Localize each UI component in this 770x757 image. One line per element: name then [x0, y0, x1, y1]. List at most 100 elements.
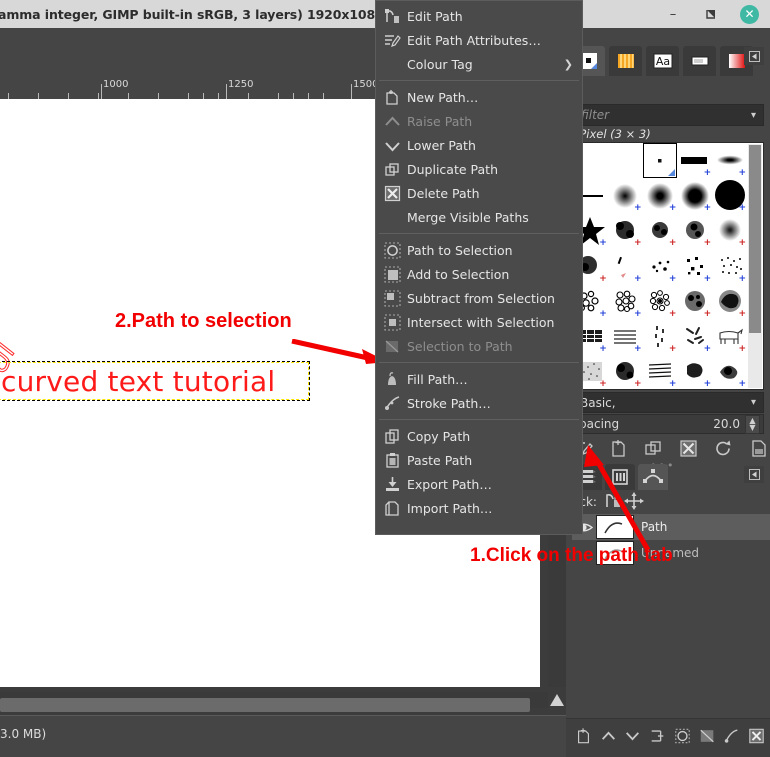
brush-badge: +	[738, 345, 746, 354]
path-to-selection-icon	[674, 727, 691, 745]
patterns-icon	[616, 51, 636, 71]
brush-cell[interactable]: +	[677, 143, 712, 178]
brush-badge: +	[704, 310, 712, 319]
navigation-preview-button[interactable]	[548, 689, 566, 711]
menu-item-new-path[interactable]: New Path…	[376, 85, 582, 109]
brush-cell[interactable]: +	[677, 284, 712, 319]
canvas-horizontal-scrollbar[interactable]	[0, 687, 566, 715]
brush-cell[interactable]: +	[677, 178, 712, 213]
brush-grid-scrollbar-thumb[interactable]	[749, 145, 761, 333]
menu-item-delete-path[interactable]: Delete Path	[376, 181, 582, 205]
menu-item-export-path[interactable]: Export Path…	[376, 472, 582, 496]
menu-item-fill-path[interactable]: Fill Path…	[376, 367, 582, 391]
restore-glyph	[706, 9, 717, 20]
chevron-down-icon[interactable]: ▾	[751, 110, 763, 121]
menu-item-copy-path[interactable]: Copy Path	[376, 424, 582, 448]
delete-x-icon	[748, 727, 765, 745]
text-layer-content: curved text tutorial	[1, 365, 311, 398]
brush-cell[interactable]: +	[643, 284, 678, 319]
paste-icon	[381, 452, 404, 469]
chevron-down-icon[interactable]: ▾	[751, 397, 763, 408]
brush-cell[interactable]	[608, 143, 643, 178]
edit-path-icon	[381, 8, 404, 25]
spacing-stepper[interactable]: ▲▼	[745, 415, 760, 434]
horizontal-scrollbar-track[interactable]	[0, 692, 548, 708]
brush-cell[interactable]: +	[677, 248, 712, 283]
right-dock: Aa filter ▾ . Pixel (3 × 3)	[566, 28, 770, 728]
brush-dock-menu-button[interactable]	[744, 47, 764, 65]
close-icon[interactable]: ✕	[740, 5, 759, 24]
tab-document-history[interactable]	[683, 46, 716, 76]
new-path-button[interactable]	[575, 727, 592, 748]
duplicate-path-button[interactable]	[649, 727, 666, 748]
minimize-icon[interactable]: –	[664, 5, 682, 23]
brush-cell[interactable]: +	[643, 354, 678, 389]
horizontal-scrollbar-thumb[interactable]	[0, 698, 530, 712]
delete-path-button[interactable]	[748, 727, 765, 748]
menu-item-duplicate-path[interactable]: Duplicate Path	[376, 157, 582, 181]
brush-cell[interactable]: +	[712, 248, 747, 283]
paths-dock-menu-button[interactable]	[744, 466, 764, 483]
menu-item-lower-path[interactable]: Lower Path	[376, 133, 582, 157]
menu-item-path-to-selection[interactable]: Path to Selection	[376, 238, 582, 262]
brush-cell[interactable]: +	[608, 248, 643, 283]
tab-patterns[interactable]	[609, 46, 642, 76]
brush-cell[interactable]: +	[712, 284, 747, 319]
brush-filter-field[interactable]: filter ▾	[572, 104, 764, 126]
brush-grid-panel[interactable]: + + +	[572, 142, 764, 390]
menu-separator	[379, 233, 579, 234]
menu-label: Delete Path	[407, 186, 480, 201]
lower-path-button[interactable]	[624, 727, 641, 748]
delete-brush-button[interactable]	[679, 439, 698, 461]
brush-preset-dropdown[interactable]: Basic, ▾	[572, 392, 764, 413]
menu-item-import-path[interactable]: Import Path…	[376, 496, 582, 520]
brush-cell[interactable]: +	[608, 213, 643, 248]
brush-cell[interactable]: +	[643, 213, 678, 248]
path-to-selection-icon	[381, 242, 404, 259]
menu-item-merge-visible-paths[interactable]: Merge Visible Paths	[376, 205, 582, 229]
brush-cell[interactable]: +	[643, 178, 678, 213]
stroke-path-button[interactable]	[723, 727, 740, 748]
brush-cell[interactable]: +	[677, 354, 712, 389]
brush-grid-scrollbar[interactable]	[748, 144, 762, 388]
tab-fonts[interactable]: Aa	[646, 46, 679, 76]
brush-spacing-control[interactable]: pacing 20.0 ▲▼	[572, 414, 764, 434]
brush-cell[interactable]: +	[712, 178, 747, 213]
path-to-selection-button[interactable]	[674, 727, 691, 748]
menu-item-add-to-selection[interactable]: Add to Selection	[376, 262, 582, 286]
menu-item-edit-path-attributes[interactable]: Edit Path Attributes…	[376, 28, 582, 52]
image-status-bar: 3.0 MB)	[0, 715, 566, 757]
brush-cell[interactable]: +	[608, 178, 643, 213]
selection-to-path-button[interactable]	[699, 727, 716, 748]
open-brush-as-image-button[interactable]	[749, 439, 768, 461]
brush-cell[interactable]: +	[712, 143, 747, 178]
brush-cell[interactable]: +	[712, 354, 747, 389]
menu-item-subtract-from-selection[interactable]: Subtract from Selection	[376, 286, 582, 310]
refresh-brushes-button[interactable]	[714, 439, 733, 461]
brush-cell[interactable]: +	[677, 319, 712, 354]
brush-cell[interactable]: +	[643, 319, 678, 354]
brush-cell-pixel-selected[interactable]	[643, 143, 678, 178]
spacing-value[interactable]: 20.0	[713, 417, 745, 431]
brush-cell[interactable]: +	[608, 284, 643, 319]
brush-badge: +	[738, 275, 746, 284]
refresh-icon	[714, 439, 733, 458]
path-context-menu[interactable]: Edit Path Edit Path Attributes… Colour T…	[375, 0, 583, 535]
brush-cell[interactable]: +	[712, 213, 747, 248]
menu-label: Add to Selection	[407, 267, 509, 282]
menu-item-colour-tag[interactable]: Colour Tag ❯	[376, 52, 582, 76]
restore-icon[interactable]	[702, 5, 720, 23]
add-to-selection-icon	[381, 266, 404, 283]
brush-cell[interactable]: +	[608, 354, 643, 389]
brush-cell[interactable]: +	[677, 213, 712, 248]
menu-item-intersect-with-selection[interactable]: Intersect with Selection	[376, 310, 582, 334]
brush-cell[interactable]: +	[643, 248, 678, 283]
menu-item-paste-path[interactable]: Paste Path	[376, 448, 582, 472]
brush-badge: +	[634, 380, 642, 389]
brush-cell[interactable]: +	[712, 319, 747, 354]
raise-path-button[interactable]	[600, 727, 617, 748]
menu-item-edit-path[interactable]: Edit Path	[376, 4, 582, 28]
menu-item-stroke-path[interactable]: Stroke Path…	[376, 391, 582, 415]
brush-grid[interactable]: + + +	[573, 143, 747, 389]
brush-cell[interactable]: +	[608, 319, 643, 354]
